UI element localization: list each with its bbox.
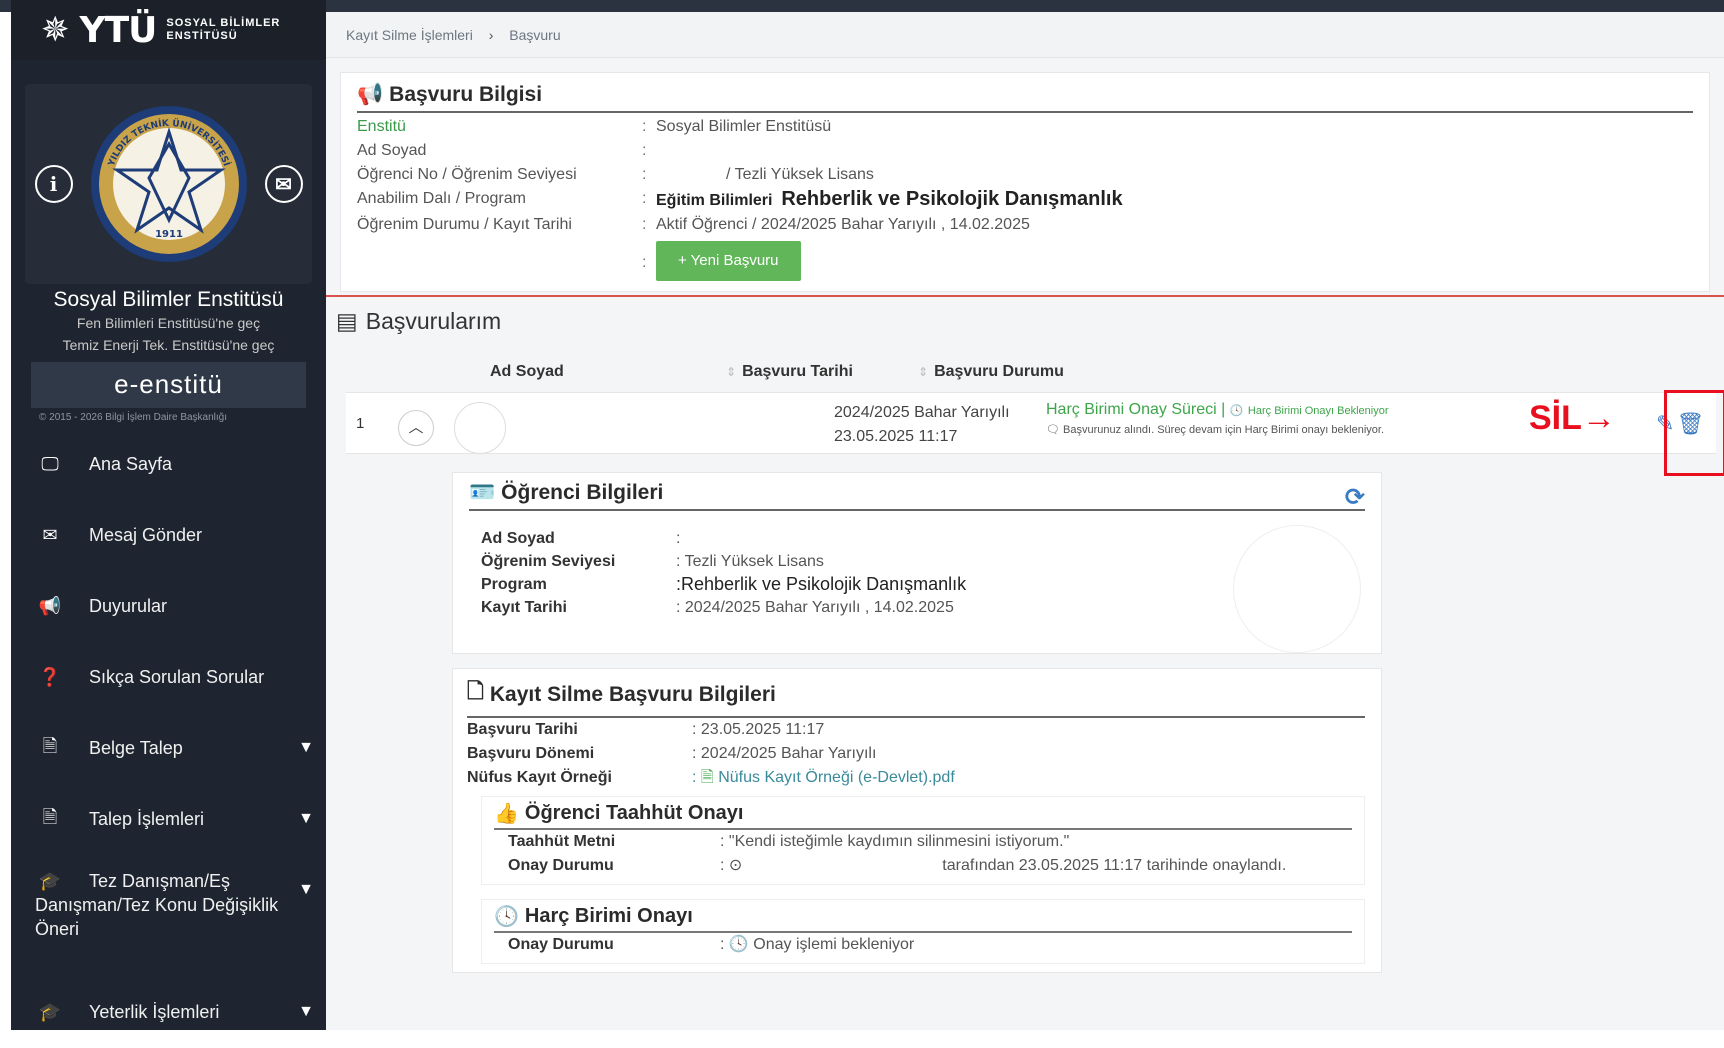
column-ad-soyad[interactable]: Ad Soyad (490, 363, 564, 381)
question-icon: ❓ (38, 667, 62, 687)
file-icon: 🗎 (42, 735, 58, 756)
label-anabilim: Anabilim Dalı / Program (357, 190, 526, 207)
file-icon: 🗎 (42, 806, 58, 827)
sidebar-item-ana-sayfa[interactable]: 🖵 Ana Sayfa (11, 429, 326, 500)
sil-annotation: SİL→ (1529, 399, 1616, 437)
chevron-up-icon[interactable]: ︿ (398, 410, 434, 446)
pledge-card: 👍 Öğrenci Taahhüt Onayı Taahhüt Metni: "… (481, 796, 1365, 885)
sidebar: ✵ YTÜ SOSYAL BİLİMLER ENSTİTÜSÜ i 1911 Y… (11, 0, 326, 1030)
pdf-file-icon: 🗎 (700, 769, 714, 786)
breadcrumb-item-kayit-silme[interactable]: Kayıt Silme İşlemleri (346, 27, 473, 43)
value-anabilim: Eğitim Bilimleri Rehberlik ve Psikolojik… (656, 188, 1123, 210)
seal-year: 1911 (155, 229, 183, 240)
breadcrumb-item-basvuru[interactable]: Başvuru (509, 27, 560, 43)
switch-link-fen[interactable]: Fen Bilimleri Enstitüsü'ne geç (11, 312, 326, 334)
logo-star-icon: ✵ (41, 11, 70, 49)
card-title: 📢 Başvuru Bilgisi (357, 83, 1693, 113)
application-info-card: 📢 Başvuru Bilgisi Enstitü : Sosyal Bilim… (340, 72, 1710, 292)
fee-card: 🕓 Harç Birimi Onayı Onay Durumu : 🕓 Onay… (481, 899, 1365, 964)
fee-title: 🕓 Harç Birimi Onayı (494, 904, 1352, 933)
copyright: © 2015 - 2026 Bilgi İşlem Daire Başkanlı… (39, 412, 228, 423)
logo-text: YTÜ (79, 9, 158, 51)
avatar (454, 402, 506, 454)
sidebar-item-belge-talep[interactable]: 🗎 Belge Talep ▼ (11, 713, 326, 784)
new-application-button[interactable]: + Yeni Başvuru (656, 241, 801, 281)
student-photo (1233, 525, 1361, 653)
student-info-grid: Ad Soyad: Öğrenim Seviyesi: Tezli Yüksek… (481, 530, 967, 616)
sidebar-nav: 🖵 Ana Sayfa ✉ Mesaj Gönder 📢 Duyurular ❓… (11, 429, 326, 1048)
value-ad-soyad (656, 139, 1693, 163)
label-ogrenim-durumu: Öğrenim Durumu / Kayıt Tarihi (357, 216, 572, 233)
logo-subtitle: SOSYAL BİLİMLER ENSTİTÜSÜ (166, 17, 281, 42)
sort-icon: ⇕ (918, 365, 929, 379)
chevron-down-icon: ▼ (298, 1003, 314, 1020)
column-basvuru-tarihi[interactable]: ⇕ Başvuru Tarihi (726, 363, 853, 381)
system-name: e-enstitü (31, 362, 306, 408)
student-info-title: 🪪 Öğrenci Bilgileri ⟳ (469, 481, 1365, 511)
comments-icon: 🗨 (1046, 424, 1060, 436)
monitor-icon: 🖵 (41, 454, 59, 474)
application-detail-card: 🗋 Kayıt Silme Başvuru Bilgileri Başvuru … (452, 668, 1382, 973)
application-detail: 🪪 Öğrenci Bilgileri ⟳ Ad Soyad: Öğrenim … (452, 472, 1382, 973)
clock-icon: 🕓 (728, 936, 749, 953)
switch-link-enerji[interactable]: Temiz Enerji Tek. Enstitüsü'ne geç (11, 334, 326, 356)
institute-name: Sosyal Bilimler Enstitüsü (53, 288, 284, 311)
application-detail-title: 🗋 Kayıt Silme Başvuru Bilgileri (467, 677, 1365, 718)
highlight-box (1664, 390, 1724, 476)
column-basvuru-durumu[interactable]: ⇕ Başvuru Durumu (918, 363, 1064, 381)
value-enstitu: Sosyal Bilimler Enstitüsü (656, 118, 832, 135)
chevron-down-icon: ▼ (298, 739, 314, 756)
sidebar-item-talep-islemleri[interactable]: 🗎 Talep İşlemleri ▼ (11, 784, 326, 855)
info-icon[interactable]: i (34, 165, 73, 203)
application-detail-grid: Başvuru Tarihi: 23.05.2025 11:17 Başvuru… (467, 721, 955, 786)
graduation-cap-icon: 🎓 (38, 871, 62, 891)
seal-area: i 1911 YILDIZ TEKNİK ÜNİVERSİTESİ ✉ (25, 84, 312, 284)
clock-icon: 🕓 (494, 906, 519, 928)
id-card-icon: 🪪 (469, 481, 496, 504)
row-status-cell: Harç Birimi Onay Süreci | 🕓 Harç Birimi … (1046, 401, 1389, 436)
section-title: ▤ Başvurularım (336, 308, 502, 334)
envelope-icon: ✉ (42, 525, 58, 545)
bullhorn-icon: 📢 (38, 596, 62, 616)
sort-icon: ⇕ (726, 365, 737, 379)
info-grid: Enstitü : Sosyal Bilimler Enstitüsü Ad S… (357, 115, 1693, 281)
pledge-title: 👍 Öğrenci Taahhüt Onayı (494, 801, 1352, 830)
university-seal: 1911 YILDIZ TEKNİK ÜNİVERSİTESİ (90, 106, 247, 262)
row-number: 1 (356, 415, 365, 432)
chevron-down-icon: ▼ (298, 881, 314, 898)
sidebar-item-duyurular[interactable]: 📢 Duyurular (11, 571, 326, 642)
clock-icon: 🕓 (1229, 405, 1244, 417)
sidebar-item-mesaj[interactable]: ✉ Mesaj Gönder (11, 500, 326, 571)
breadcrumb: Kayıt Silme İşlemleri › Başvuru (326, 12, 1724, 58)
nufus-kayit-link[interactable]: Nüfus Kayıt Örneği (e-Devlet).pdf (718, 769, 955, 786)
fee-grid: Onay Durumu : 🕓 Onay işlemi bekleniyor (508, 936, 915, 953)
label-ad-soyad: Ad Soyad (357, 142, 427, 159)
table-header: Ad Soyad ⇕ Başvuru Tarihi ⇕ Başvuru Durumu (346, 357, 1716, 387)
check-circle-icon: ⊙ (728, 857, 743, 874)
value-ogrenim-durumu: Aktif Öğrenci / 2024/2025 Bahar Yarıyılı… (656, 216, 1030, 233)
mail-icon[interactable]: ✉ (264, 165, 303, 203)
sidebar-item-yeterlik[interactable]: 🎓 Yeterlik İşlemleri ▼ (11, 977, 326, 1048)
row-date-cell: 2024/2025 Bahar Yarıyılı 23.05.2025 11:1… (834, 404, 1010, 445)
label-ogrenci-no: Öğrenci No / Öğrenim Seviyesi (357, 166, 577, 183)
table-row: 1 ︿ 2024/2025 Bahar Yarıyılı 23.05.2025 … (346, 390, 1724, 476)
chevron-right-icon: › (488, 27, 494, 43)
pledge-grid: Taahhüt Metni: "Kendi isteğimle kaydımın… (508, 833, 1287, 874)
refresh-icon[interactable]: ⟳ (1345, 483, 1365, 512)
main-content: Kayıt Silme İşlemleri › Başvuru 📢 Başvur… (326, 12, 1724, 1030)
thumbs-up-icon: 👍 (494, 803, 519, 825)
logo[interactable]: ✵ YTÜ SOSYAL BİLİMLER ENSTİTÜSÜ (11, 0, 326, 60)
student-info-card: 🪪 Öğrenci Bilgileri ⟳ Ad Soyad: Öğrenim … (452, 472, 1382, 654)
divider (326, 295, 1724, 297)
list-icon: ▤ (336, 308, 358, 334)
sidebar-item-sss[interactable]: ❓ Sıkça Sorulan Sorular (11, 642, 326, 713)
bullhorn-icon: 📢 (357, 83, 384, 106)
file-icon: 🗋 (467, 680, 484, 703)
row-status-description: 🗨 Başvurunuz alındı. Süreç devam için Ha… (1046, 424, 1385, 436)
sidebar-item-tez-danisman[interactable]: 🎓 Tez Danışman/Eş Danışman/Tez Konu Değiş… (11, 855, 326, 977)
label-enstitu: Enstitü (357, 118, 406, 135)
value-ogrenci-no: / Tezli Yüksek Lisans (726, 166, 874, 183)
graduation-cap-icon: 🎓 (38, 1002, 62, 1022)
chevron-down-icon: ▼ (298, 810, 314, 827)
